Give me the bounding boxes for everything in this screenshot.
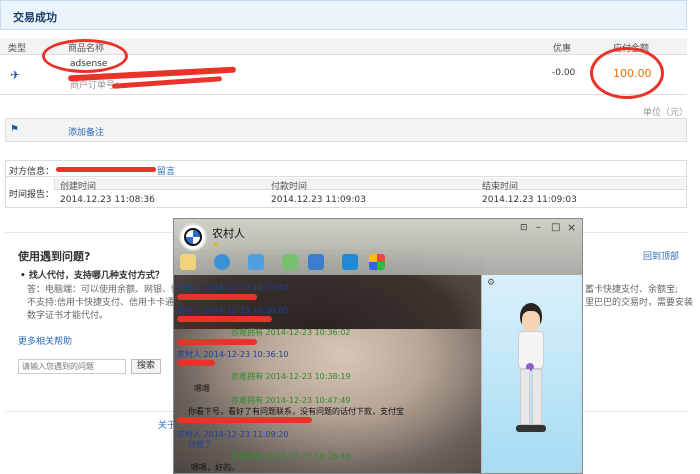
message-sender: 亦难拥有 bbox=[231, 452, 263, 461]
flag-icon: ⚑ bbox=[10, 124, 19, 135]
message-text: 你看下号，看好了有问题联系，没有问题的话付下款，支付宝 bbox=[188, 407, 404, 416]
back-to-top-link[interactable]: 回到顶部 bbox=[643, 249, 679, 262]
message-text: 付款了 bbox=[188, 440, 212, 449]
message-time: 2014-12-23 10:36:10 bbox=[203, 350, 289, 359]
gear-icon[interactable]: ⚙ bbox=[487, 278, 495, 288]
message-sender: 农村人 bbox=[177, 430, 201, 439]
folder-icon[interactable] bbox=[248, 254, 264, 270]
status-header: 交易成功 bbox=[0, 0, 687, 30]
unit-label: 单位（元） bbox=[643, 108, 689, 118]
level-star-icon: ★ bbox=[212, 240, 220, 249]
message-time: 2014-12-23 10:36:00 bbox=[203, 306, 289, 315]
message-text: 嗯嗯 bbox=[194, 384, 210, 393]
help-search-button[interactable]: 搜索 bbox=[131, 359, 161, 374]
info-panel: 对方信息： 留言 时间报告： 创建时间 付款时间 结束时间 2014.12.23… bbox=[5, 160, 687, 208]
minimize-icon[interactable]: – bbox=[536, 222, 541, 233]
add-remark-link[interactable]: 添加备注 bbox=[68, 125, 104, 138]
faq-answer-right1: 蓄卡快捷支付、余额宝; bbox=[585, 285, 679, 295]
close-icon[interactable]: × bbox=[567, 221, 576, 234]
more-help-link[interactable]: 更多相关帮助 bbox=[18, 334, 72, 347]
chat-window[interactable]: 农村人 ★ ⊡ – □ × 农村人 2014-12-23 10:35:42 农村… bbox=[173, 218, 583, 474]
message-sender: 亦难拥有 bbox=[231, 328, 263, 337]
page-title: 交易成功 bbox=[13, 11, 57, 24]
faq-answer-line1: 答：电脑端：可以使用余额、网银、快捷 bbox=[27, 285, 190, 295]
message-sender: 亦难拥有 bbox=[231, 396, 263, 405]
message-time: 2014-12-23 10:38:19 bbox=[265, 372, 351, 381]
annotation-circle bbox=[590, 47, 664, 99]
message-time: 2014-12-23 10:35:42 bbox=[203, 283, 289, 292]
discount-value: -0.00 bbox=[552, 68, 576, 78]
message-time: 2014-12-23 11:09:20 bbox=[203, 430, 289, 439]
message-sender: 农村人 bbox=[177, 283, 201, 292]
help-search-input[interactable] bbox=[18, 359, 126, 374]
redaction-mark bbox=[177, 360, 215, 366]
faq-answer-line2: 不支持:信用卡快捷支付、信用卡卡通。 bbox=[27, 298, 184, 308]
chat-contact-name: 农村人 bbox=[212, 227, 245, 240]
video-icon[interactable] bbox=[214, 254, 230, 270]
paid-time-label: 付款时间 bbox=[271, 182, 308, 192]
message-sender: 亦难拥有 bbox=[231, 372, 263, 381]
redaction-mark bbox=[177, 294, 257, 300]
redaction-mark bbox=[177, 339, 257, 345]
annotation-circle bbox=[42, 39, 128, 73]
faq-answer-right2: 里巴巴的交易时，需要安装 bbox=[585, 298, 694, 308]
redaction-mark bbox=[177, 316, 272, 322]
maximize-icon[interactable]: □ bbox=[551, 222, 560, 233]
redaction-mark bbox=[177, 417, 312, 423]
apps-icon[interactable] bbox=[369, 254, 385, 270]
created-time-label: 创建时间 bbox=[60, 182, 97, 192]
skin-icon[interactable]: ⊡ bbox=[520, 223, 528, 233]
redaction-mark bbox=[56, 167, 156, 172]
remark-bar: ⚑ 添加备注 bbox=[5, 118, 687, 142]
add-app-icon[interactable] bbox=[282, 254, 298, 270]
created-time: 2014.12.23 11:08:36 bbox=[60, 195, 155, 205]
voice-icon[interactable] bbox=[180, 254, 196, 270]
screen-share-icon[interactable] bbox=[308, 254, 324, 270]
remote-icon[interactable] bbox=[342, 254, 358, 270]
message-link[interactable]: 留言 bbox=[157, 164, 175, 177]
chat-side-panel: ⚙ bbox=[481, 275, 582, 473]
avatar[interactable] bbox=[179, 223, 207, 251]
help-title: 使用遇到问题? bbox=[18, 250, 91, 263]
message-sender: 农村人 bbox=[177, 350, 201, 359]
transfer-icon: ✈ bbox=[10, 68, 21, 82]
message-time: 2014-12-23 16:26:46 bbox=[265, 452, 351, 461]
col-type: 类型 bbox=[8, 44, 27, 54]
faq-question: • 找人代付，支持哪几种支付方式？ bbox=[20, 271, 164, 281]
paid-time: 2014.12.23 11:09:03 bbox=[271, 195, 366, 205]
time-label: 时间报告： bbox=[9, 190, 55, 200]
message-text: 嗯嗯，好的。 bbox=[191, 463, 239, 472]
end-time: 2014.12.23 11:09:03 bbox=[482, 195, 577, 205]
message-time: 2014-12-23 10:47:49 bbox=[265, 396, 351, 405]
message-time: 2014-12-23 10:36:02 bbox=[265, 328, 351, 337]
message-sender: 农村人 bbox=[177, 306, 201, 315]
partner-label: 对方信息： bbox=[9, 167, 55, 177]
col-discount: 优惠 bbox=[553, 44, 572, 54]
end-time-label: 结束时间 bbox=[482, 182, 519, 192]
faq-answer-line3: 数字证书才能代付。 bbox=[27, 311, 109, 321]
